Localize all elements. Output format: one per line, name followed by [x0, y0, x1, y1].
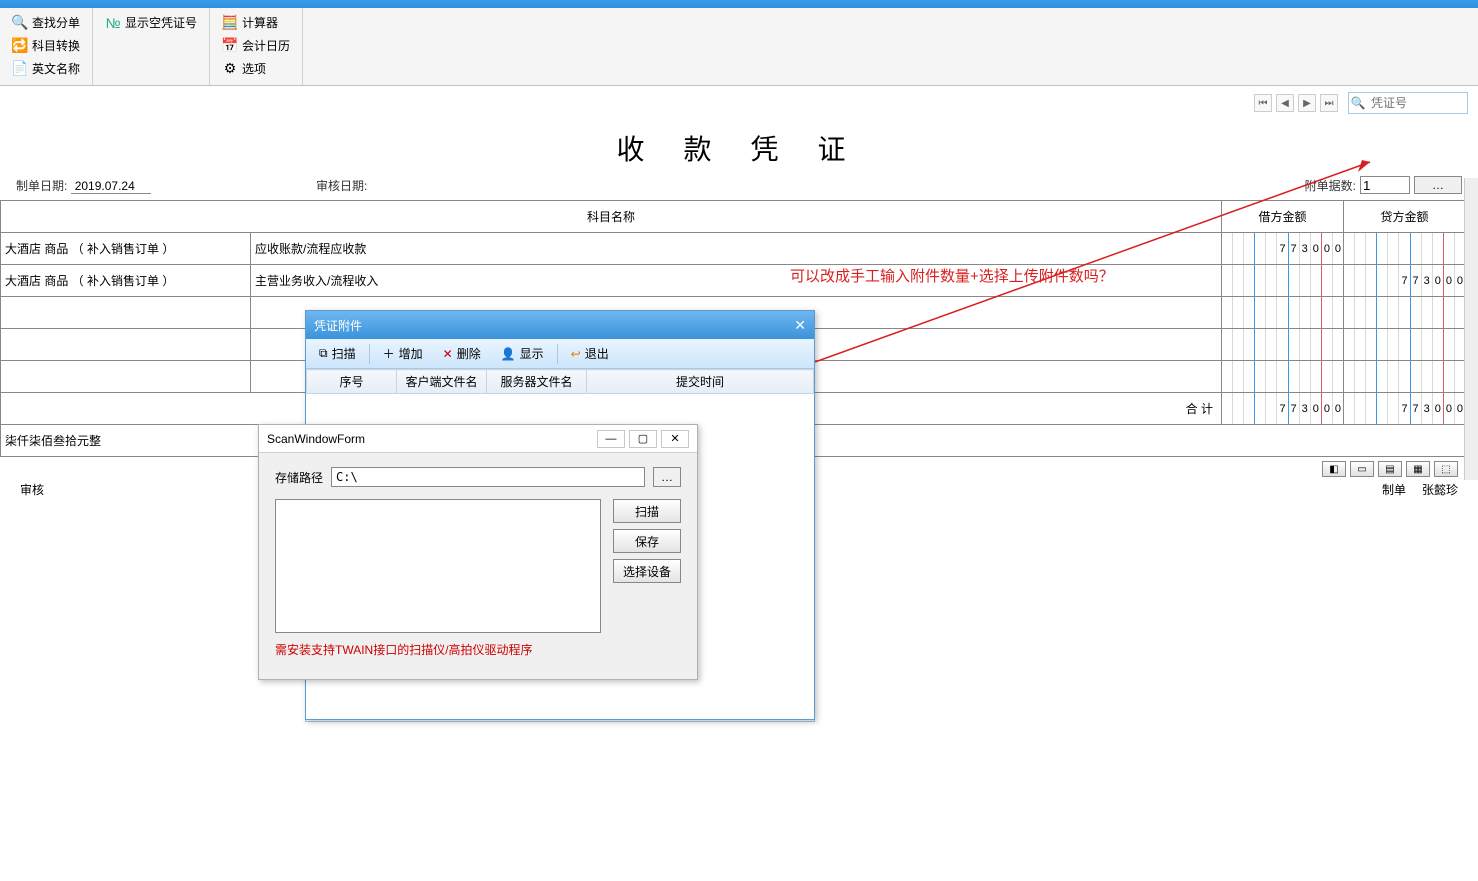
minimize-button[interactable]: —	[597, 430, 625, 448]
add-icon: ＋	[383, 345, 395, 362]
search-icon: 🔍	[1349, 96, 1367, 110]
doc-icon: 📄	[12, 61, 28, 77]
path-label: 存储路径	[275, 469, 323, 486]
credit-cell[interactable]	[1344, 361, 1466, 393]
ribbon-english-name[interactable]: 📄英文名称	[8, 58, 84, 79]
col-debit-header: 借方金额	[1222, 201, 1344, 233]
exit-icon: ↩	[571, 347, 581, 361]
total-label: 合 计	[1186, 402, 1213, 416]
maker-label: 制单	[1382, 481, 1406, 498]
annotation-text: 可以改成手工输入附件数量+选择上传附件数吗？	[790, 265, 1114, 286]
scan-icon: ⧉	[319, 346, 328, 361]
debit-cell[interactable]	[1222, 329, 1344, 361]
date-value: 2019.07.24	[71, 179, 151, 194]
col-subject-header: 科目名称	[1, 201, 1222, 233]
credit-cell[interactable]	[1344, 297, 1466, 329]
save-button[interactable]: 保存	[613, 529, 681, 553]
nav-last-button[interactable]: ⏭	[1320, 94, 1338, 112]
attachment-file-table: 序号 客户端文件名 服务器文件名 提交时间	[306, 369, 814, 394]
attach-browse-button[interactable]: …	[1414, 176, 1462, 194]
ribbon-calendar[interactable]: 📅会计日历	[218, 35, 294, 56]
scan-window-dialog: ScanWindowForm — ▢ ✕ 存储路径 … 扫描 保存 选择设备 需…	[258, 424, 698, 680]
col-server-file[interactable]: 服务器文件名	[487, 370, 587, 394]
summary-cell[interactable]	[1, 297, 251, 329]
attach-count-label: 附单据数:	[1305, 177, 1356, 194]
status-badge-1[interactable]: ◧	[1322, 461, 1346, 477]
ribbon-toolbar: 🔍查找分单 🔁科目转换 📄英文名称 №显示空凭证号 🧮计算器 📅会计日历 ⚙选项	[0, 8, 1478, 86]
show-icon: 👤	[501, 347, 516, 361]
tb-show-button[interactable]: 👤显示	[492, 342, 553, 365]
credit-cell[interactable]	[1344, 329, 1466, 361]
gear-icon: ⚙	[222, 61, 238, 77]
voucher-title: 收 款 凭 证	[0, 120, 1478, 172]
number-icon: №	[105, 15, 121, 31]
tb-delete-button[interactable]: ✕删除	[434, 342, 490, 365]
find-icon: 🔍	[12, 15, 28, 31]
tb-add-button[interactable]: ＋增加	[374, 342, 432, 365]
summary-cell[interactable]	[1, 361, 251, 393]
debit-cell[interactable]	[1222, 361, 1344, 393]
ribbon-find-split[interactable]: 🔍查找分单	[8, 12, 84, 33]
scan-preview-box	[275, 499, 601, 633]
delete-icon: ✕	[443, 347, 453, 361]
summary-cell[interactable]: 大酒店 商品 （ 补入销售订单 ）	[1, 265, 251, 297]
scan-hint-text: 需安装支持TWAIN接口的扫描仪/高拍仪驱动程序	[275, 633, 681, 658]
nav-bar: ⏮ ◀ ▶ ⏭ 🔍	[0, 86, 1478, 120]
scan-button[interactable]: 扫描	[613, 499, 681, 523]
col-client-file[interactable]: 客户端文件名	[397, 370, 487, 394]
table-row[interactable]: 大酒店 商品 （ 补入销售订单 ）应收账款/流程应收款773000	[1, 233, 1466, 265]
status-badge-3[interactable]: ▤	[1378, 461, 1402, 477]
select-device-button[interactable]: 选择设备	[613, 559, 681, 583]
close-icon[interactable]: ✕	[794, 317, 806, 334]
credit-cell[interactable]: 773000	[1344, 265, 1466, 297]
summary-cell[interactable]	[1, 329, 251, 361]
total-credit: 773000	[1344, 393, 1466, 425]
debit-cell[interactable]: 773000	[1222, 233, 1344, 265]
attach-count-input[interactable]	[1360, 176, 1410, 194]
tb-exit-button[interactable]: ↩退出	[562, 342, 618, 365]
ribbon-show-empty-voucher[interactable]: №显示空凭证号	[101, 12, 201, 33]
status-badge-5[interactable]: ⬚	[1434, 461, 1458, 477]
summary-cell[interactable]: 大酒店 商品 （ 补入销售订单 ）	[1, 233, 251, 265]
tb-scan-button[interactable]: ⧉扫描	[310, 342, 365, 365]
status-badge-2[interactable]: ▭	[1350, 461, 1374, 477]
audit-label: 审核	[20, 483, 44, 497]
status-badge-4[interactable]: ▦	[1406, 461, 1430, 477]
total-debit: 773000	[1222, 393, 1344, 425]
convert-icon: 🔁	[12, 38, 28, 54]
debit-cell[interactable]	[1222, 297, 1344, 329]
close-button[interactable]: ✕	[661, 430, 689, 448]
ribbon-options[interactable]: ⚙选项	[218, 58, 294, 79]
date-label: 制单日期:	[16, 179, 67, 193]
col-credit-header: 贷方金额	[1344, 201, 1466, 233]
voucher-search-input[interactable]	[1367, 93, 1467, 113]
attachment-dialog-title[interactable]: 凭证附件 ✕	[306, 311, 814, 339]
path-input[interactable]	[331, 467, 645, 487]
calendar-icon: 📅	[222, 38, 238, 54]
calculator-icon: 🧮	[222, 15, 238, 31]
ribbon-subject-convert[interactable]: 🔁科目转换	[8, 35, 84, 56]
audit-date-label: 审核日期:	[316, 179, 367, 193]
nav-next-button[interactable]: ▶	[1298, 94, 1316, 112]
vertical-scrollbar[interactable]	[1464, 178, 1478, 480]
subject-cell[interactable]: 应收账款/流程应收款	[251, 233, 1222, 265]
ribbon-calculator[interactable]: 🧮计算器	[218, 12, 294, 33]
nav-first-button[interactable]: ⏮	[1254, 94, 1272, 112]
credit-cell[interactable]	[1344, 233, 1466, 265]
path-browse-button[interactable]: …	[653, 467, 681, 487]
maker-name: 张懿珍	[1422, 481, 1458, 498]
col-seq[interactable]: 序号	[307, 370, 397, 394]
col-submit-time[interactable]: 提交时间	[587, 370, 814, 394]
table-row[interactable]: 大酒店 商品 （ 补入销售订单 ）主营业务收入/流程收入773000	[1, 265, 1466, 297]
debit-cell[interactable]	[1222, 265, 1344, 297]
maximize-button[interactable]: ▢	[629, 430, 657, 448]
nav-prev-button[interactable]: ◀	[1276, 94, 1294, 112]
scan-dialog-title[interactable]: ScanWindowForm — ▢ ✕	[259, 425, 697, 453]
